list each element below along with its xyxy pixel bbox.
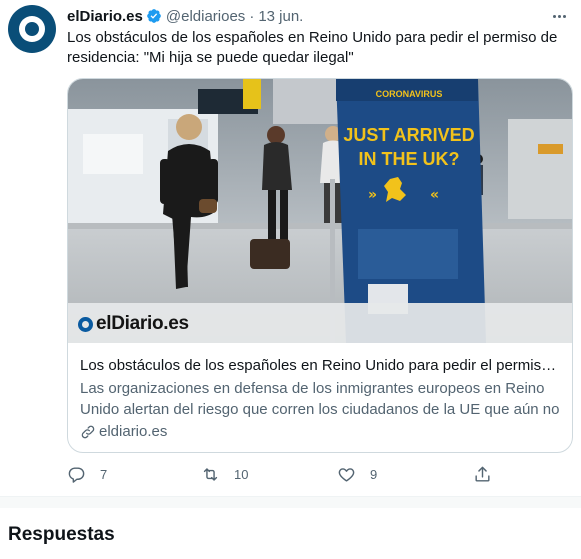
card-logo: elDiario.es (78, 313, 189, 335)
replies-heading: Respuestas (8, 524, 115, 545)
card-body: Los obstáculos de los españoles en Reino… (68, 344, 572, 442)
card-logo-text: elDiario.es (96, 313, 189, 334)
like-count: 9 (370, 467, 378, 482)
retweet-icon (203, 468, 218, 481)
header-separator: · (249, 7, 255, 25)
like-button[interactable]: 9 (337, 465, 377, 484)
share-button[interactable] (473, 465, 492, 484)
link-icon (81, 425, 95, 438)
tweet-text: Los obstáculos de los españoles en Reino… (67, 29, 558, 66)
reply-count: 7 (100, 467, 108, 482)
card-domain[interactable]: eldiario.es (80, 421, 560, 442)
heart-icon (338, 468, 355, 482)
card-title[interactable]: Los obstáculos de los españoles en Reino… (80, 355, 560, 376)
author-name[interactable]: elDiario.es (67, 8, 143, 25)
tweet-header: elDiario.es @eldiarioes · 13 jun. (67, 6, 303, 26)
card-image: CORONAVIRUS JUST ARRIVED IN THE UK? » « … (68, 79, 572, 343)
sign-line2: IN THE UK? (359, 149, 460, 169)
svg-text:«: « (430, 187, 439, 203)
more-options-icon[interactable] (549, 6, 569, 26)
reply-icon (68, 467, 85, 483)
sign-line1: JUST ARRIVED (343, 125, 474, 145)
tweet-actions: 7 10 9 (67, 465, 497, 487)
reply-button[interactable]: 7 (67, 465, 107, 484)
card-description: Las organizaciones en defensa de los inm… (80, 380, 560, 418)
avatar[interactable] (8, 5, 56, 53)
section-divider (0, 496, 581, 508)
retweet-button[interactable]: 10 (201, 465, 248, 484)
card-domain-text: eldiario.es (99, 423, 168, 440)
sign-label: CORONAVIRUS (376, 89, 443, 99)
avatar-logo-dot (25, 22, 39, 36)
svg-text:»: » (368, 187, 377, 203)
share-icon (475, 466, 490, 482)
eldiario-logo-icon (78, 316, 93, 332)
tweet: elDiario.es @eldiarioes · 13 jun. Los ob… (0, 0, 581, 496)
tweet-date[interactable]: 13 jun. (258, 8, 303, 25)
retweet-count: 10 (234, 467, 249, 482)
verified-badge-icon (147, 9, 161, 23)
author-handle[interactable]: @eldiarioes (166, 8, 245, 25)
link-card[interactable]: CORONAVIRUS JUST ARRIVED IN THE UK? » « … (67, 78, 573, 453)
card-logo-strip: elDiario.es (68, 303, 572, 343)
